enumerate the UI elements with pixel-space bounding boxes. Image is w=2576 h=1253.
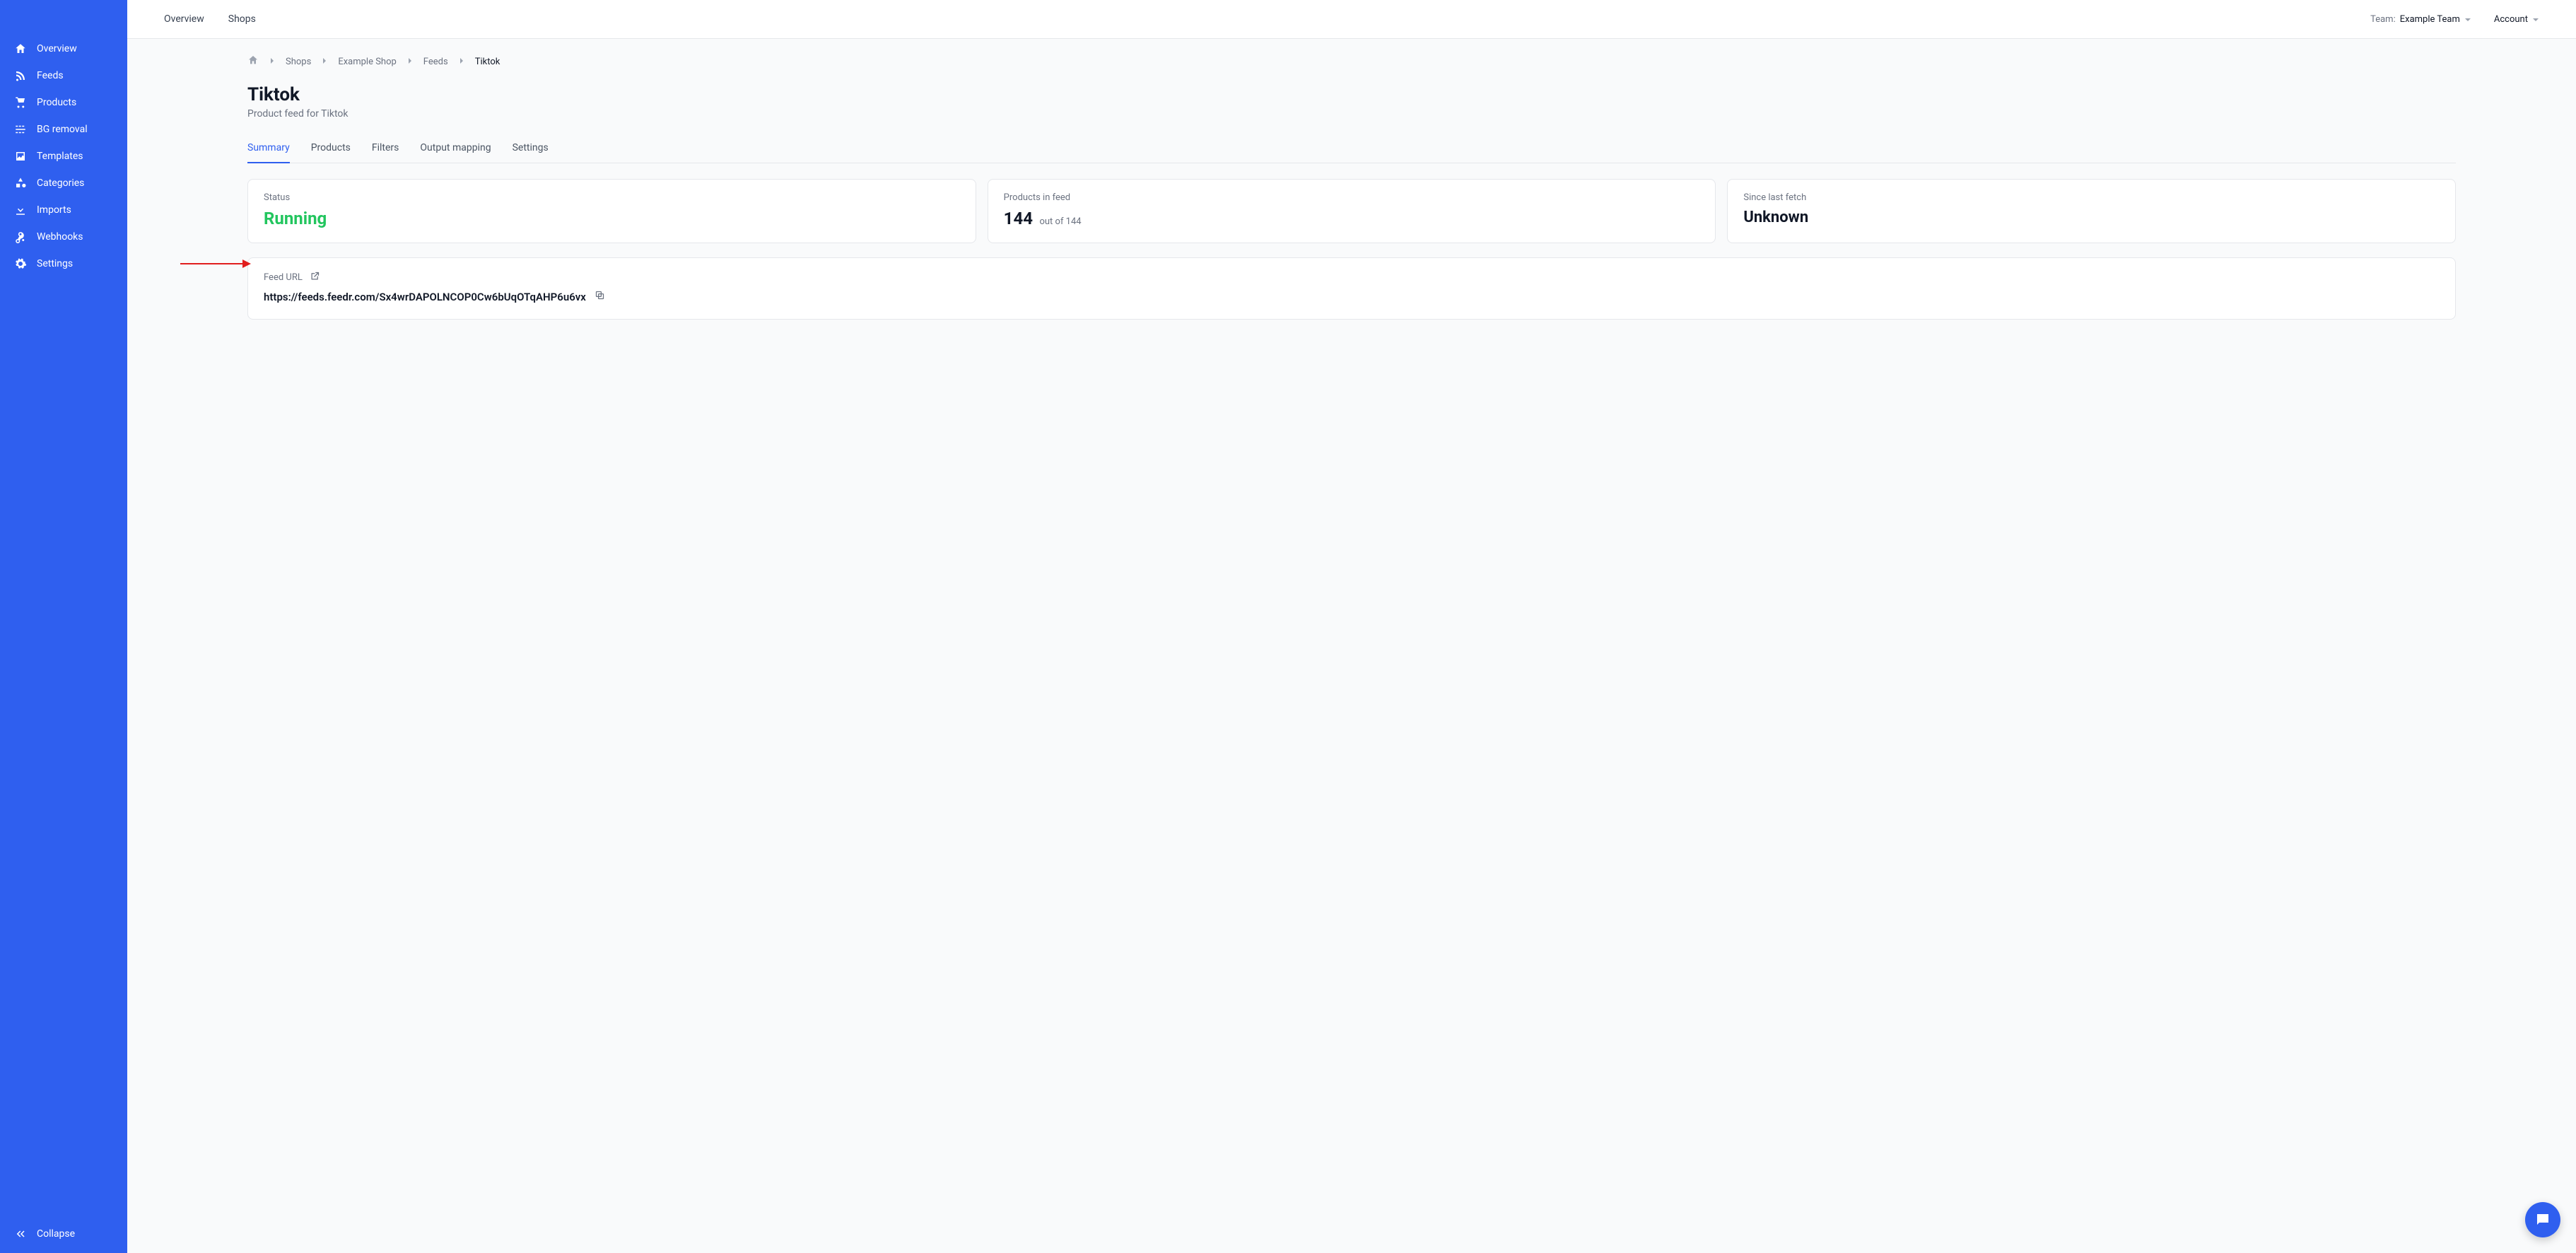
sidebar-item-bg-removal[interactable]: BG removal — [0, 116, 127, 143]
sidebar-item-label: Imports — [37, 204, 71, 216]
tab-filters[interactable]: Filters — [372, 136, 399, 163]
sidebar-item-label: Products — [37, 97, 76, 108]
chevron-double-left-icon — [14, 1228, 27, 1240]
shapes-icon — [14, 177, 27, 190]
sidebar-item-categories[interactable]: Categories — [0, 170, 127, 197]
sidebar-item-label: BG removal — [37, 124, 88, 135]
account-dropdown[interactable]: Account — [2494, 14, 2539, 25]
card-feed-url: Feed URL https://feeds.feedr.com/Sx4wrDA… — [247, 257, 2456, 320]
sidebar-item-templates[interactable]: Templates — [0, 143, 127, 170]
bg-remove-icon — [14, 123, 27, 136]
card-products-label: Products in feed — [1004, 192, 1700, 203]
card-products-count: 144 — [1004, 209, 1033, 228]
chevron-down-icon — [2532, 16, 2539, 23]
chat-widget[interactable] — [2525, 1202, 2560, 1237]
breadcrumb-feeds[interactable]: Feeds — [423, 57, 448, 67]
card-status-value: Running — [264, 209, 960, 228]
chevron-right-icon — [458, 57, 465, 67]
sidebar-item-imports[interactable]: Imports — [0, 197, 127, 223]
card-fetch: Since last fetch Unknown — [1727, 179, 2456, 243]
chevron-right-icon — [269, 57, 276, 67]
account-label: Account — [2494, 14, 2528, 25]
summary-cards: Status Running Products in feed 144 out … — [247, 179, 2456, 243]
sidebar-collapse-label: Collapse — [37, 1228, 75, 1240]
gear-icon — [14, 257, 27, 270]
breadcrumbs: Shops Example Shop Feeds Tiktok — [247, 54, 2456, 69]
chevron-right-icon — [321, 57, 328, 67]
sidebar-item-settings[interactable]: Settings — [0, 250, 127, 277]
sidebar-item-feeds[interactable]: Feeds — [0, 62, 127, 89]
breadcrumb-current: Tiktok — [475, 57, 500, 67]
sidebar-collapse[interactable]: Collapse — [14, 1228, 113, 1240]
sidebar-item-label: Feeds — [37, 70, 64, 81]
chevron-right-icon — [406, 57, 414, 67]
topbar: Overview Shops Team: Example Team Accoun… — [127, 0, 2576, 39]
sidebar-item-label: Overview — [37, 43, 77, 54]
feed-url-label: Feed URL — [264, 272, 303, 283]
rss-icon — [14, 69, 27, 82]
page-subtitle: Product feed for Tiktok — [247, 108, 2456, 120]
image-icon — [14, 150, 27, 163]
sidebar-item-label: Settings — [37, 258, 73, 269]
sidebar-item-label: Templates — [37, 151, 83, 162]
card-status-label: Status — [264, 192, 960, 203]
feed-url-label-row: Feed URL — [264, 271, 2440, 284]
cart-icon — [14, 96, 27, 109]
arrow-annotation — [180, 259, 251, 272]
tabs: Summary Products Filters Output mapping … — [247, 136, 2456, 163]
tab-summary[interactable]: Summary — [247, 136, 290, 163]
sidebar-nav: Overview Feeds Products BG removal Templ — [0, 0, 127, 1215]
chevron-down-icon — [2464, 16, 2471, 23]
page-title: Tiktok — [247, 84, 2456, 105]
tab-output-mapping[interactable]: Output mapping — [420, 136, 491, 163]
breadcrumb-home[interactable] — [247, 54, 259, 69]
card-fetch-label: Since last fetch — [1743, 192, 2440, 203]
card-fetch-value: Unknown — [1743, 209, 2440, 226]
team-dropdown[interactable]: Team: Example Team — [2370, 14, 2471, 25]
topbar-link-shops[interactable]: Shops — [228, 13, 256, 25]
card-products-sub: out of 144 — [1039, 216, 1081, 227]
external-link-icon[interactable] — [310, 271, 320, 284]
feed-url-row: https://feeds.feedr.com/Sx4wrDAPOLNCOP0C… — [264, 290, 2440, 303]
breadcrumb-shops[interactable]: Shops — [286, 57, 311, 67]
card-products: Products in feed 144 out of 144 — [988, 179, 1716, 243]
sidebar-footer: Collapse — [0, 1215, 127, 1253]
team-prefix: Team: — [2370, 14, 2396, 25]
breadcrumb-example-shop[interactable]: Example Shop — [338, 57, 396, 67]
content: Shops Example Shop Feeds Tiktok Tiktok P… — [127, 39, 2576, 362]
sidebar-item-label: Webhooks — [37, 231, 83, 243]
topbar-left: Overview Shops — [164, 13, 256, 25]
tab-settings[interactable]: Settings — [513, 136, 549, 163]
webhook-icon — [14, 231, 27, 243]
tab-products[interactable]: Products — [311, 136, 351, 163]
home-icon — [14, 42, 27, 55]
sidebar-item-label: Categories — [37, 177, 84, 189]
card-status: Status Running — [247, 179, 976, 243]
download-icon — [14, 204, 27, 216]
sidebar: Overview Feeds Products BG removal Templ — [0, 0, 127, 1253]
sidebar-item-products[interactable]: Products — [0, 89, 127, 116]
main: Overview Shops Team: Example Team Accoun… — [127, 0, 2576, 1253]
topbar-right: Team: Example Team Account — [2370, 14, 2539, 25]
copy-icon[interactable] — [595, 290, 605, 303]
sidebar-item-overview[interactable]: Overview — [0, 35, 127, 62]
topbar-link-overview[interactable]: Overview — [164, 13, 204, 25]
feed-url-value: https://feeds.feedr.com/Sx4wrDAPOLNCOP0C… — [264, 291, 586, 303]
team-name: Example Team — [2400, 14, 2460, 25]
sidebar-item-webhooks[interactable]: Webhooks — [0, 223, 127, 250]
